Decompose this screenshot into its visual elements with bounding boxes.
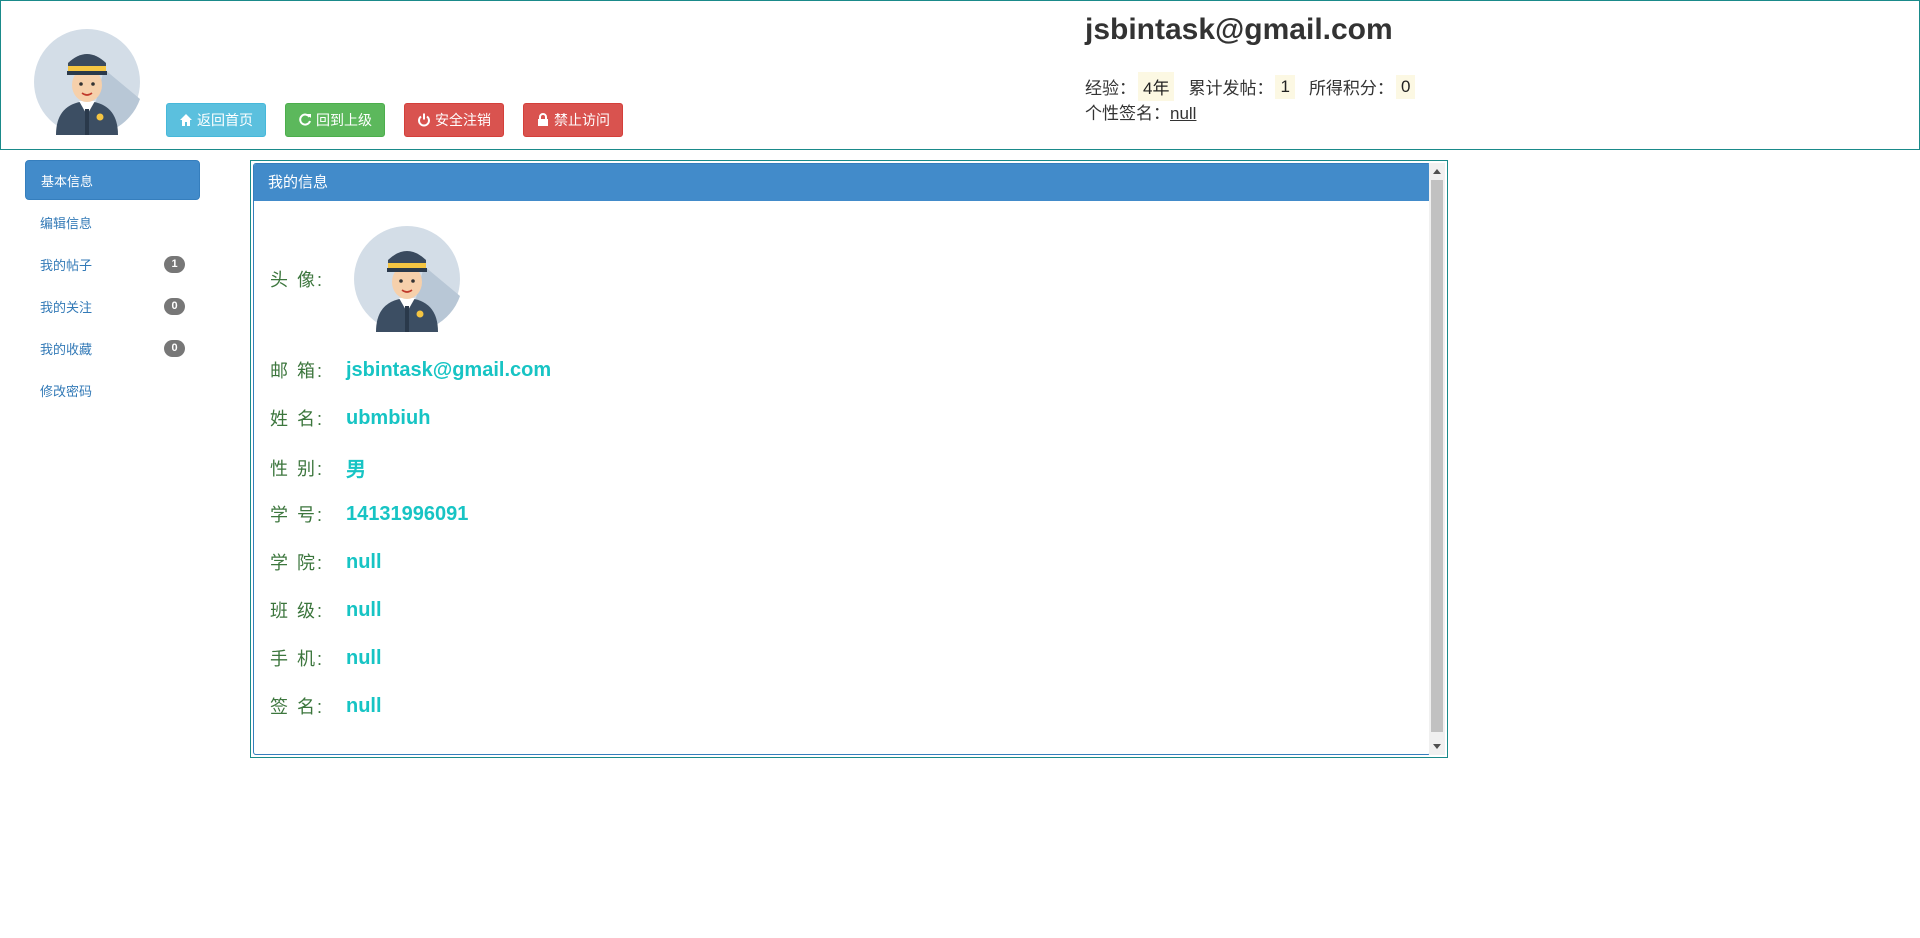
sidebar-item-my-favorites[interactable]: 我的收藏 0 [25, 328, 200, 368]
refresh-icon [299, 113, 311, 126]
experience-label: 经验： [1085, 79, 1136, 98]
phone-row: 手 机: null [270, 645, 382, 671]
profile-header: 返回首页 回到上级 安全注销 禁止访问 jsbintask@gmail.com … [0, 0, 1920, 150]
signature-label: 个性签名： [1085, 104, 1170, 123]
email-row: 邮 箱: jsbintask@gmail.com [270, 357, 551, 383]
sidebar-item-label: 基本信息 [41, 173, 94, 189]
posts-value: 1 [1275, 74, 1295, 99]
sidebar-item-label: 我的帖子 [40, 257, 93, 273]
student-id-value: 14131996091 [346, 502, 469, 525]
sidebar-item-edit-info[interactable]: 编辑信息 [25, 202, 200, 242]
avatar [34, 29, 140, 135]
gender-value: 男 [346, 459, 366, 481]
class-row: 班 级: null [270, 597, 382, 623]
info-panel: 我的信息 头 像: 邮 箱: jsbintask@gmail.com 姓 名: … [253, 163, 1431, 755]
user-email-title: jsbintask@gmail.com [1085, 13, 1393, 46]
posts-label: 累计发帖： [1188, 79, 1274, 98]
gender-row: 性 别: 男 [270, 453, 366, 482]
sidebar-item-my-follows[interactable]: 我的关注 0 [25, 286, 200, 326]
home-button[interactable]: 返回首页 [166, 103, 266, 137]
sidebar-item-label: 我的关注 [40, 299, 93, 315]
posts-count-badge: 1 [164, 255, 185, 273]
block-access-button[interactable]: 禁止访问 [523, 103, 623, 137]
favorites-count-badge: 0 [164, 339, 185, 357]
sidebar-item-basic-info[interactable]: 基本信息 [25, 160, 200, 200]
sidebar-nav: 基本信息 编辑信息 我的帖子 1 我的关注 0 我的收藏 0 修改密码 [25, 160, 200, 412]
info-frame: 我的信息 头 像: 邮 箱: jsbintask@gmail.com 姓 名: … [250, 160, 1448, 758]
experience-value: 4年 [1138, 72, 1175, 101]
panel-title: 我的信息 [254, 164, 1430, 201]
field-label: 班 级: [270, 601, 325, 621]
sidebar-item-my-posts[interactable]: 我的帖子 1 [25, 244, 200, 284]
field-label: 学 号: [270, 505, 325, 525]
points-value: 0 [1395, 74, 1416, 99]
logout-button[interactable]: 安全注销 [404, 103, 504, 137]
block-access-button-label: 禁止访问 [554, 112, 610, 128]
sidebar-item-label: 我的收藏 [40, 341, 93, 357]
college-value: null [346, 550, 382, 573]
scroll-down-arrow-icon[interactable] [1433, 744, 1441, 749]
avatar-row: 头 像: [270, 226, 460, 332]
phone-value: null [346, 646, 382, 669]
field-label: 姓 名: [270, 409, 325, 429]
home-icon [180, 114, 192, 126]
name-row: 姓 名: ubmbiuh [270, 405, 430, 431]
signature-value: null [346, 694, 382, 717]
back-button[interactable]: 回到上级 [285, 103, 385, 137]
sidebar-item-label: 修改密码 [40, 383, 93, 399]
points-label: 所得积分： [1308, 79, 1394, 98]
signature-link[interactable]: null [1170, 104, 1196, 123]
home-button-label: 返回首页 [197, 112, 253, 128]
field-label: 头 像: [270, 270, 325, 290]
scrollbar-thumb[interactable] [1431, 180, 1443, 732]
field-label: 签 名: [270, 697, 325, 717]
signature-line: 个性签名：null [1085, 99, 1196, 124]
scroll-up-arrow-icon[interactable] [1433, 169, 1441, 174]
back-button-label: 回到上级 [316, 112, 372, 128]
field-label: 邮 箱: [270, 361, 325, 381]
lock-icon [538, 113, 548, 126]
avatar [354, 226, 460, 332]
name-value: ubmbiuh [346, 406, 431, 429]
field-label: 性 别: [270, 458, 325, 479]
signature-row: 签 名: null [270, 693, 382, 719]
follows-count-badge: 0 [164, 297, 185, 315]
sidebar-item-label: 编辑信息 [40, 215, 93, 231]
class-value: null [346, 598, 382, 621]
logout-button-label: 安全注销 [435, 112, 491, 128]
college-row: 学 院: null [270, 549, 382, 575]
field-label: 手 机: [270, 649, 325, 669]
sidebar-item-change-password[interactable]: 修改密码 [25, 370, 200, 410]
email-value: jsbintask@gmail.com [346, 358, 552, 381]
panel-scrollbar[interactable] [1429, 163, 1445, 755]
user-stats: 经验： 4年 累计发帖： 1 所得积分： 0 [1085, 72, 1429, 101]
header-toolbar: 返回首页 回到上级 安全注销 禁止访问 [166, 103, 623, 137]
student-id-row: 学 号: 14131996091 [270, 501, 468, 527]
field-label: 学 院: [270, 553, 325, 573]
power-icon [418, 113, 430, 127]
